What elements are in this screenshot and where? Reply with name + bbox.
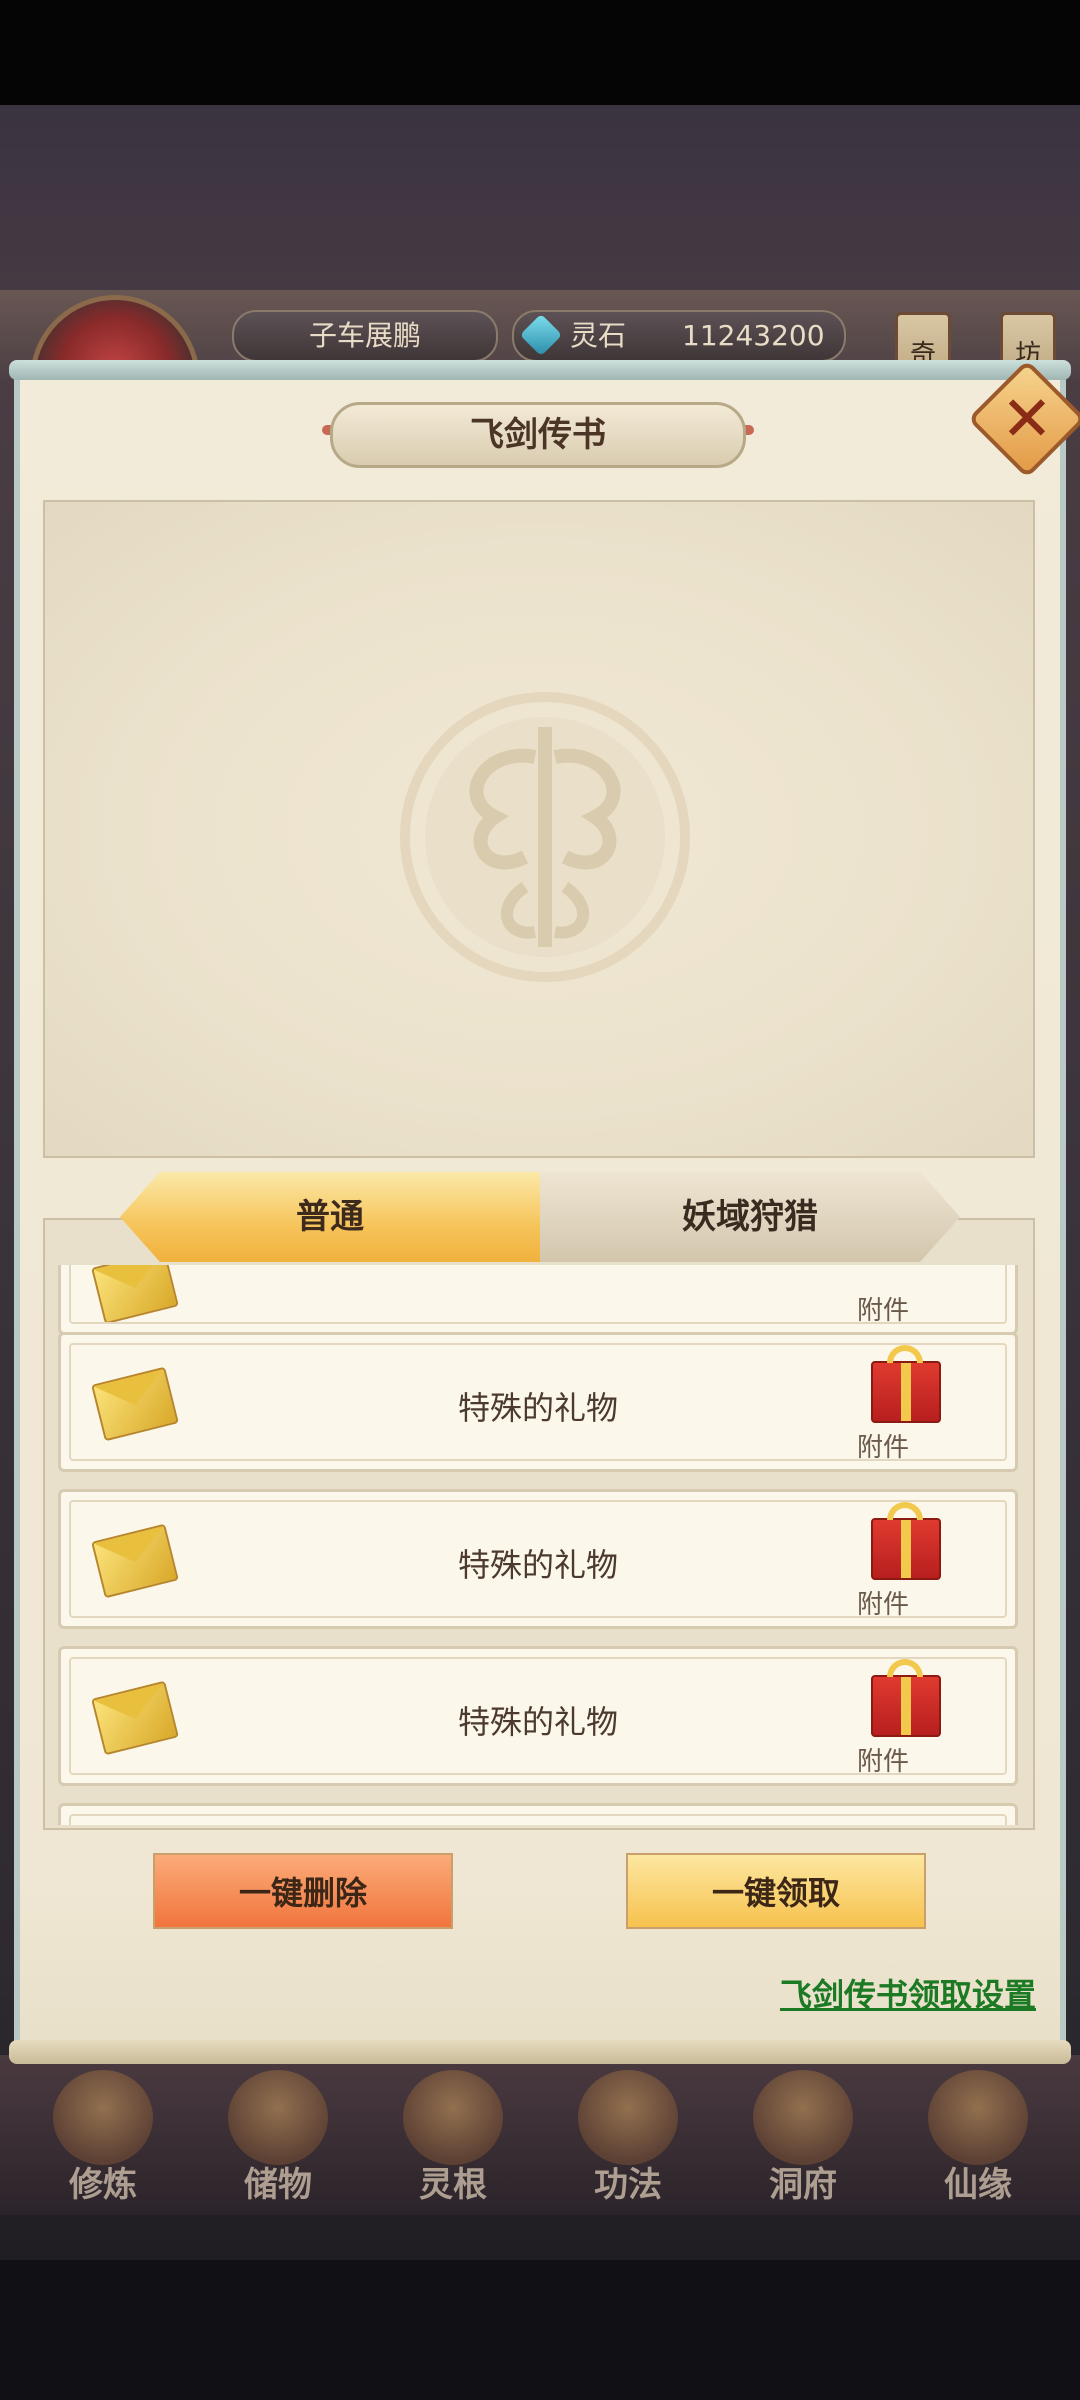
currency-value: 11243200 — [682, 319, 825, 352]
cloud-emblem-icon — [400, 692, 690, 982]
tab-demon-hunt[interactable]: 妖域狩猎 — [540, 1172, 960, 1262]
nav-item-skills[interactable]: 功法 — [553, 2070, 703, 2210]
scroll-rod-top — [9, 360, 1071, 380]
nav-label: 储物 — [244, 2165, 312, 2205]
list-item[interactable]: 附件 — [58, 1265, 1018, 1335]
attachment-label: 附件 — [857, 1747, 910, 1777]
book-icon — [578, 2070, 678, 2165]
envelope-icon — [91, 1265, 179, 1325]
list-item[interactable] — [58, 1803, 1018, 1825]
nav-label: 洞府 — [769, 2165, 837, 2205]
list-item[interactable]: 特殊的礼物 附件 — [58, 1489, 1018, 1629]
nav-item-root[interactable]: 灵根 — [378, 2070, 528, 2210]
player-name: 子车展鹏 — [232, 310, 498, 362]
bag-icon — [228, 2070, 328, 2165]
mail-content-panel — [43, 500, 1035, 1158]
gift-icon — [871, 1502, 941, 1580]
nav-item-fate[interactable]: 仙缘 — [903, 2070, 1053, 2210]
bottom-area — [0, 2260, 1080, 2400]
list-item[interactable]: 特殊的礼物 附件 — [58, 1646, 1018, 1786]
close-icon[interactable]: ✕ — [985, 377, 1069, 461]
delete-all-button[interactable]: 一键删除 — [153, 1853, 453, 1929]
nav-item-cultivate[interactable]: 修炼 — [28, 2070, 178, 2210]
currency-label: 灵石 — [570, 319, 627, 352]
meditation-icon — [53, 2070, 153, 2165]
dialog-title: 飞剑传书 — [330, 402, 746, 468]
currency-display: 灵石 11243200 — [512, 310, 846, 362]
attachment-label: 附件 — [857, 1296, 910, 1326]
claim-all-button[interactable]: 一键领取 — [626, 1853, 926, 1929]
gift-icon — [871, 1659, 941, 1737]
nav-label: 功法 — [594, 2165, 662, 2205]
mail-settings-link[interactable]: 飞剑传书领取设置 — [780, 1970, 1036, 2016]
nav-label: 修炼 — [69, 2165, 137, 2205]
attachment-label: 附件 — [857, 1590, 910, 1620]
nav-item-cave[interactable]: 洞府 — [728, 2070, 878, 2210]
nav-label: 仙缘 — [944, 2165, 1012, 2205]
orb-icon — [403, 2070, 503, 2165]
gift-icon — [871, 1345, 941, 1423]
nav-item-storage[interactable]: 储物 — [203, 2070, 353, 2210]
nav-label: 灵根 — [419, 2165, 487, 2205]
mail-list[interactable]: 附件 特殊的礼物 附件 特殊的礼物 附件 特殊的礼物 附件 — [48, 1265, 1030, 1825]
house-icon — [753, 2070, 853, 2165]
attachment-label: 附件 — [857, 1433, 910, 1463]
list-item[interactable]: 特殊的礼物 附件 — [58, 1332, 1018, 1472]
gourd-icon — [928, 2070, 1028, 2165]
status-area — [0, 0, 1080, 105]
tab-normal[interactable]: 普通 — [120, 1172, 540, 1262]
spirit-stone-icon — [519, 313, 563, 357]
scroll-rod-bottom — [9, 2040, 1071, 2064]
